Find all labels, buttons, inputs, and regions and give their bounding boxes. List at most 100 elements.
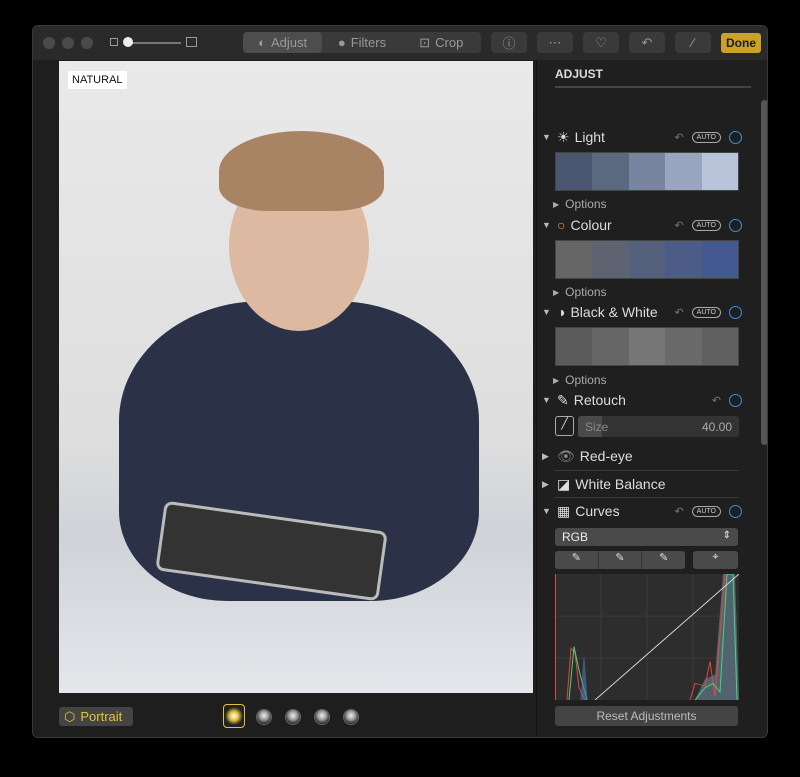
sidebar-title: ADJUST — [555, 67, 604, 81]
disclosure-triangle-icon: ▼ — [542, 220, 551, 230]
section-white-balance[interactable]: ▶ ◪ White Balance — [542, 475, 742, 493]
small-thumbnail-icon — [110, 38, 118, 46]
favorite-button[interactable]: ♡ — [583, 32, 619, 53]
cube-icon: ⬡ — [64, 708, 76, 724]
bw-thumbnail-strip[interactable] — [555, 327, 739, 366]
heart-icon: ♡ — [595, 34, 607, 50]
divider — [555, 86, 751, 88]
info-icon: ⓘ — [502, 36, 516, 51]
light-thumbnail-strip[interactable] — [555, 152, 739, 191]
size-label: Size — [585, 420, 609, 434]
zoom-button[interactable] — [81, 37, 93, 49]
enable-toggle[interactable] — [729, 305, 742, 319]
eyedropper-group: ✎ ✎ ✎ — [555, 551, 685, 569]
natural-light-button[interactable] — [223, 704, 245, 728]
half-circle-icon: ◑ — [557, 304, 566, 320]
section-colour[interactable]: ▼ ○ Colour ↶ AUTO — [542, 216, 742, 234]
white-point-eyedropper-button[interactable]: ✎ — [642, 551, 685, 569]
minimize-button[interactable] — [62, 37, 74, 49]
toolbar: ◐ Adjust ● Filters ⊡ Crop ⓘ ⋯ ♡ ↶ ⁄ Done — [33, 26, 767, 60]
portrait-lighting-badge: NATURAL — [68, 71, 127, 89]
enable-toggle[interactable] — [729, 393, 742, 407]
section-black-white[interactable]: ▼ ◑ Black & White ↶ AUTO — [542, 303, 742, 321]
reset-adjustments-button[interactable]: Reset Adjustments — [555, 706, 738, 726]
more-button[interactable]: ⋯ — [537, 32, 573, 53]
bottom-bar: ⬡ Portrait — [33, 693, 536, 737]
undo-icon[interactable]: ↶ — [674, 131, 683, 144]
size-value: 40.00 — [701, 420, 732, 434]
zoom-slider-knob[interactable] — [123, 37, 133, 47]
size-slider[interactable]: Size 40.00 — [578, 416, 739, 437]
colour-options[interactable]: ▶ Options — [553, 285, 607, 299]
curves-histogram[interactable] — [555, 574, 739, 700]
brush-icon: ╱ — [561, 418, 568, 430]
stage-light-mono-button[interactable] — [343, 709, 359, 725]
photo-subject-hair — [219, 131, 384, 211]
tab-adjust[interactable]: ◐ Adjust — [243, 32, 323, 53]
crosshair-icon: ⌖ — [712, 551, 719, 563]
disclosure-triangle-icon: ▶ — [542, 478, 549, 489]
section-curves[interactable]: ▼ ▦ Curves ↶ AUTO — [542, 502, 742, 520]
auto-button[interactable]: AUTO — [691, 306, 721, 318]
large-thumbnail-icon — [186, 37, 197, 47]
photos-edit-window: ◐ Adjust ● Filters ⊡ Crop ⓘ ⋯ ♡ ↶ ⁄ Done NA… — [32, 25, 768, 738]
bandage-icon: ✎ — [557, 391, 569, 408]
section-retouch[interactable]: ▼ ✎ Retouch ↶ — [542, 391, 742, 409]
auto-button[interactable]: AUTO — [691, 219, 721, 231]
adjust-sidebar: ADJUST ▼ ☀ Light ↶ AUTO ▶ Options ▼ ○ Colour ↶… — [536, 60, 767, 737]
black-point-eyedropper-button[interactable]: ✎ — [555, 551, 599, 569]
section-red-eye[interactable]: ▶ 👁 Red-eye — [542, 447, 742, 465]
undo-icon[interactable]: ↶ — [674, 505, 683, 518]
curves-channel-select[interactable]: RGB ⇕ — [555, 528, 738, 546]
undo-icon[interactable]: ↶ — [712, 394, 721, 407]
zoom-slider[interactable] — [125, 42, 181, 44]
colour-thumbnail-strip[interactable] — [555, 240, 739, 279]
add-point-button[interactable]: ⌖ — [693, 551, 738, 569]
disclosure-triangle-icon: ▼ — [542, 132, 551, 142]
mid-point-eyedropper-button[interactable]: ✎ — [599, 551, 643, 569]
colour-wheel-icon: ○ — [557, 217, 566, 233]
bw-options[interactable]: ▶ Options — [553, 373, 607, 387]
undo-icon[interactable]: ↶ — [674, 306, 683, 319]
undo-icon[interactable]: ↶ — [674, 219, 683, 232]
adjust-icon: ◐ — [258, 35, 267, 50]
tab-filters[interactable]: ● Filters — [322, 32, 401, 53]
magic-wand-icon: ⁄ — [691, 35, 695, 50]
crop-icon: ⊡ — [419, 34, 431, 50]
divider — [555, 497, 739, 498]
disclosure-triangle-icon: ▼ — [542, 506, 551, 516]
auto-button[interactable]: AUTO — [691, 505, 721, 517]
info-button[interactable]: ⓘ — [491, 32, 527, 53]
stepper-chevron-icon: ⇕ — [722, 530, 731, 541]
enable-toggle[interactable] — [729, 130, 742, 144]
disclosure-triangle-icon: ▶ — [542, 450, 549, 461]
disclosure-triangle-icon: ▼ — [542, 395, 551, 405]
disclosure-triangle-icon: ▼ — [542, 307, 551, 317]
sun-icon: ☀ — [557, 128, 570, 145]
auto-enhance-button[interactable]: ⁄ — [675, 32, 711, 53]
rotate-button[interactable]: ↶ — [629, 32, 665, 53]
tab-crop[interactable]: ⊡ Crop — [402, 32, 481, 53]
eye-icon: 👁 — [557, 447, 575, 464]
curves-icon: ▦ — [557, 502, 571, 519]
enable-toggle[interactable] — [729, 218, 742, 232]
close-button[interactable] — [43, 37, 55, 49]
white-balance-icon: ◪ — [557, 475, 571, 492]
edit-mode-tabs: ◐ Adjust ● Filters ⊡ Crop — [243, 32, 481, 53]
photo-canvas[interactable]: NATURAL — [59, 61, 533, 693]
contour-light-button[interactable] — [285, 709, 301, 725]
section-light[interactable]: ▼ ☀ Light ↶ AUTO — [542, 128, 742, 146]
sidebar-scrollbar[interactable] — [761, 100, 767, 445]
done-button[interactable]: Done — [721, 33, 761, 53]
retouch-brush-button[interactable]: ╱ — [555, 416, 574, 436]
more-icon: ⋯ — [548, 34, 562, 50]
stage-light-button[interactable] — [314, 709, 330, 725]
filters-icon: ● — [337, 35, 346, 50]
portrait-button[interactable]: ⬡ Portrait — [59, 707, 133, 726]
auto-button[interactable]: AUTO — [691, 131, 721, 143]
rotate-icon: ↶ — [641, 34, 653, 50]
divider — [555, 470, 739, 471]
enable-toggle[interactable] — [729, 504, 742, 518]
studio-light-button[interactable] — [256, 709, 272, 725]
light-options[interactable]: ▶ Options — [553, 197, 607, 211]
